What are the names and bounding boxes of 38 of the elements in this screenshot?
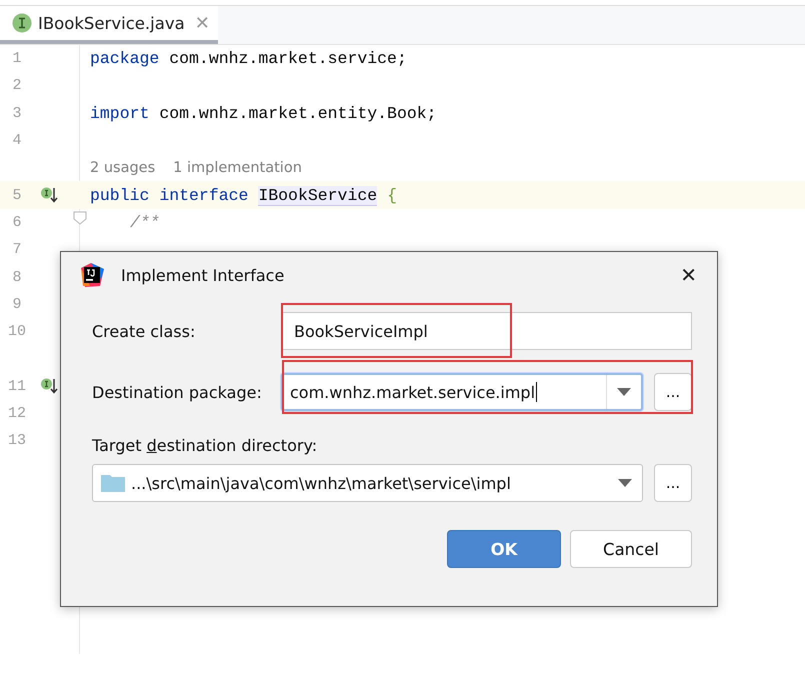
inlay-hint[interactable]: 1 implementation xyxy=(173,160,302,176)
line-number: 7 xyxy=(11,241,22,258)
code-line: /** xyxy=(129,212,160,232)
inlay-hint[interactable]: 2 usages xyxy=(90,160,156,176)
code-line: public interface IBookService { xyxy=(90,186,397,205)
implemented-icon[interactable] xyxy=(40,186,58,204)
dialog-title: Implement Interface xyxy=(121,266,286,284)
tab-label: IBookService.java xyxy=(38,14,185,32)
browse-button[interactable]: ... xyxy=(654,464,692,502)
file-tab[interactable]: IBookService.java ✕ xyxy=(0,6,218,44)
field-label: Target destination directory: xyxy=(92,436,318,454)
browse-button[interactable]: ... xyxy=(654,373,692,411)
directory-combo-box[interactable]: ...\src\main\java\com\wnhz\market\service\impl xyxy=(92,464,643,502)
package-combo-box[interactable]: com.wnhz.market.service.impl xyxy=(281,373,643,411)
class-name-field[interactable]: BookServiceImpl xyxy=(281,312,692,350)
implemented-icon[interactable] xyxy=(40,377,58,396)
app-logo-icon xyxy=(79,262,105,288)
line-number: 8 xyxy=(11,268,22,286)
field-label: Destination package: xyxy=(92,382,263,402)
cancel-button[interactable]: Cancel xyxy=(570,530,692,568)
line-number: 13 xyxy=(6,432,27,450)
line-number: 4 xyxy=(11,132,22,150)
line-number: 1 xyxy=(11,50,22,68)
ok-button[interactable]: OK xyxy=(447,530,561,568)
code-line: package com.wnhz.market.service; xyxy=(90,49,407,68)
line-number: 5 xyxy=(11,186,22,204)
line-number: 6 xyxy=(11,214,22,231)
folder-icon xyxy=(101,474,125,492)
line-number: 11 xyxy=(6,378,27,395)
code-line: import com.wnhz.market.entity.Book; xyxy=(90,104,437,123)
line-number: 2 xyxy=(11,77,22,94)
field-label: Create class: xyxy=(92,322,196,340)
line-number: 12 xyxy=(6,405,27,422)
line-number: 3 xyxy=(11,104,22,122)
close-button[interactable]: ✕ xyxy=(674,263,703,287)
line-number: 10 xyxy=(6,323,27,340)
line-number: 9 xyxy=(11,296,22,313)
interface-icon xyxy=(12,13,32,33)
